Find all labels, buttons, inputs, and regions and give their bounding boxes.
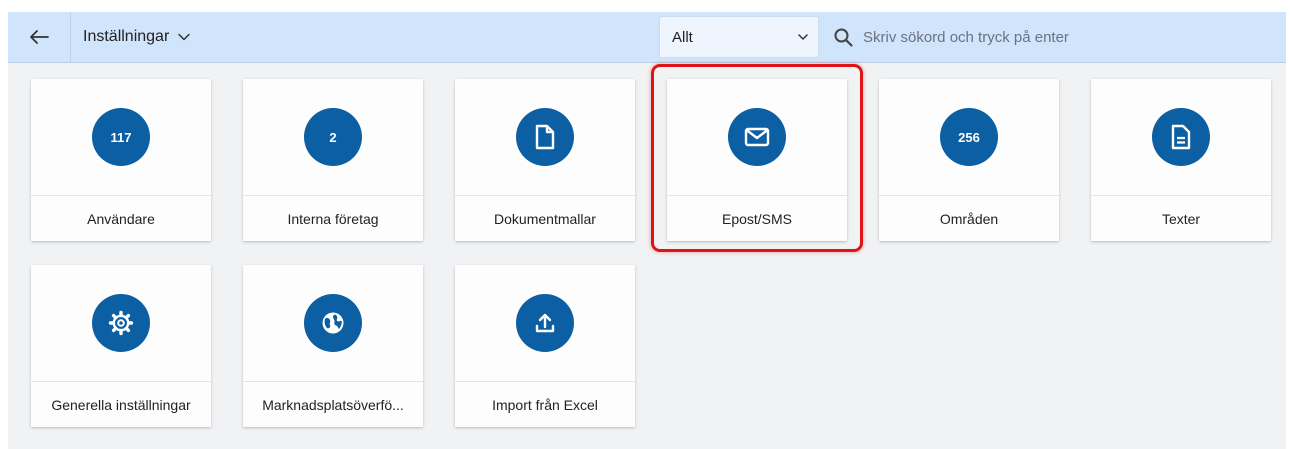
filter-select[interactable]: Allt <box>659 16 819 58</box>
filter-value: Allt <box>672 28 693 46</box>
section-dropdown[interactable]: Inställningar <box>71 12 191 62</box>
tile-omraden[interactable]: 256 Områden <box>879 79 1059 241</box>
gear-icon <box>92 294 150 352</box>
document-icon <box>516 108 574 166</box>
back-button[interactable] <box>8 12 71 62</box>
tile-label: Interna företag <box>287 210 379 227</box>
tile-label: Områden <box>939 210 999 227</box>
company-count-badge: 2 <box>304 108 362 166</box>
settings-page: Inställningar Allt Skriv sökord och tryc… <box>8 12 1286 449</box>
tile-texter[interactable]: Texter <box>1091 79 1271 241</box>
tile-import-fran-excel[interactable]: Import från Excel <box>455 265 635 427</box>
tile-label: Användare <box>87 210 155 227</box>
area-count-badge: 256 <box>940 108 998 166</box>
tile-marknadsplatsoverforing[interactable]: Marknadsplatsöverfö... <box>243 265 423 427</box>
arrow-left-icon <box>29 29 49 45</box>
upload-icon <box>516 294 574 352</box>
search-icon <box>834 28 853 47</box>
tile-label: Epost/SMS <box>721 210 793 227</box>
search-input[interactable] <box>863 28 1263 46</box>
globe-icon <box>304 294 362 352</box>
tile-dokumentmallar[interactable]: Dokumentmallar <box>455 79 635 241</box>
tile-label: Texter <box>1161 210 1201 227</box>
tile-label: Generella inställningar <box>51 396 191 413</box>
tile-interna-foretag[interactable]: 2 Interna företag <box>243 79 423 241</box>
tile-anvandare[interactable]: 117 Användare <box>31 79 211 241</box>
section-title: Inställningar <box>83 28 170 45</box>
tile-label: Marknadsplatsöverfö... <box>262 396 404 413</box>
tile-generella-installningar[interactable]: Generella inställningar <box>31 265 211 427</box>
text-document-icon <box>1152 108 1210 166</box>
user-count-badge: 117 <box>92 108 150 166</box>
mail-icon <box>728 108 786 166</box>
search-bar[interactable] <box>834 12 1274 62</box>
tile-epost-sms[interactable]: Epost/SMS <box>667 79 847 241</box>
top-bar: Inställningar Allt <box>8 12 1286 63</box>
chevron-down-icon <box>178 33 191 41</box>
chevron-down-icon <box>798 34 808 40</box>
tile-label: Import från Excel <box>492 396 598 413</box>
tile-label: Dokumentmallar <box>494 210 596 227</box>
